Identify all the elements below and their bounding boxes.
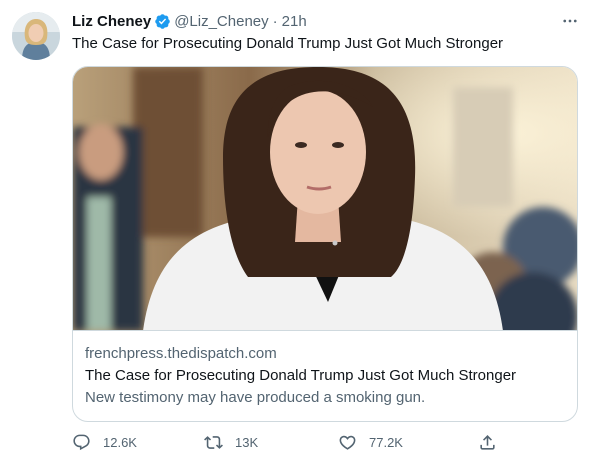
separator-dot: · [272,12,278,30]
like-button[interactable]: 77.2K [338,430,403,454]
reply-button[interactable]: 12.6K [72,430,137,454]
share-icon [480,434,495,450]
tweet-time[interactable]: 21h [282,13,307,30]
retweet-count: 13K [235,434,259,450]
tweet[interactable]: Liz Cheney @Liz_Cheney · 21h The Case fo… [0,0,596,476]
card-title: The Case for Prosecuting Donald Trump Ju… [85,367,517,384]
retweet-button[interactable]: 13K [204,430,258,454]
reply-count: 12.6K [103,434,137,450]
author-handle[interactable]: @Liz_Cheney [174,13,268,30]
link-card[interactable]: frenchpress.thedispatch.com The Case for… [72,66,578,422]
more-icon[interactable] [560,11,580,31]
avatar[interactable] [12,12,60,60]
author-name[interactable]: Liz Cheney [72,13,151,30]
retweet-icon [204,435,223,449]
tweet-text: The Case for Prosecuting Donald Trump Ju… [72,35,504,52]
share-button[interactable] [478,430,497,454]
verified-badge-icon [154,13,171,30]
card-description: New testimony may have produced a smokin… [85,389,426,406]
tweet-actions: 12.6K 13K 77.2K [72,430,502,454]
reply-icon [73,434,90,450]
card-domain: frenchpress.thedispatch.com [85,345,277,362]
tweet-header: Liz Cheney @Liz_Cheney · 21h [72,11,580,31]
card-image[interactable] [73,67,577,331]
heart-icon [339,435,356,450]
card-body[interactable]: frenchpress.thedispatch.com The Case for… [73,332,577,421]
like-count: 77.2K [369,434,403,450]
